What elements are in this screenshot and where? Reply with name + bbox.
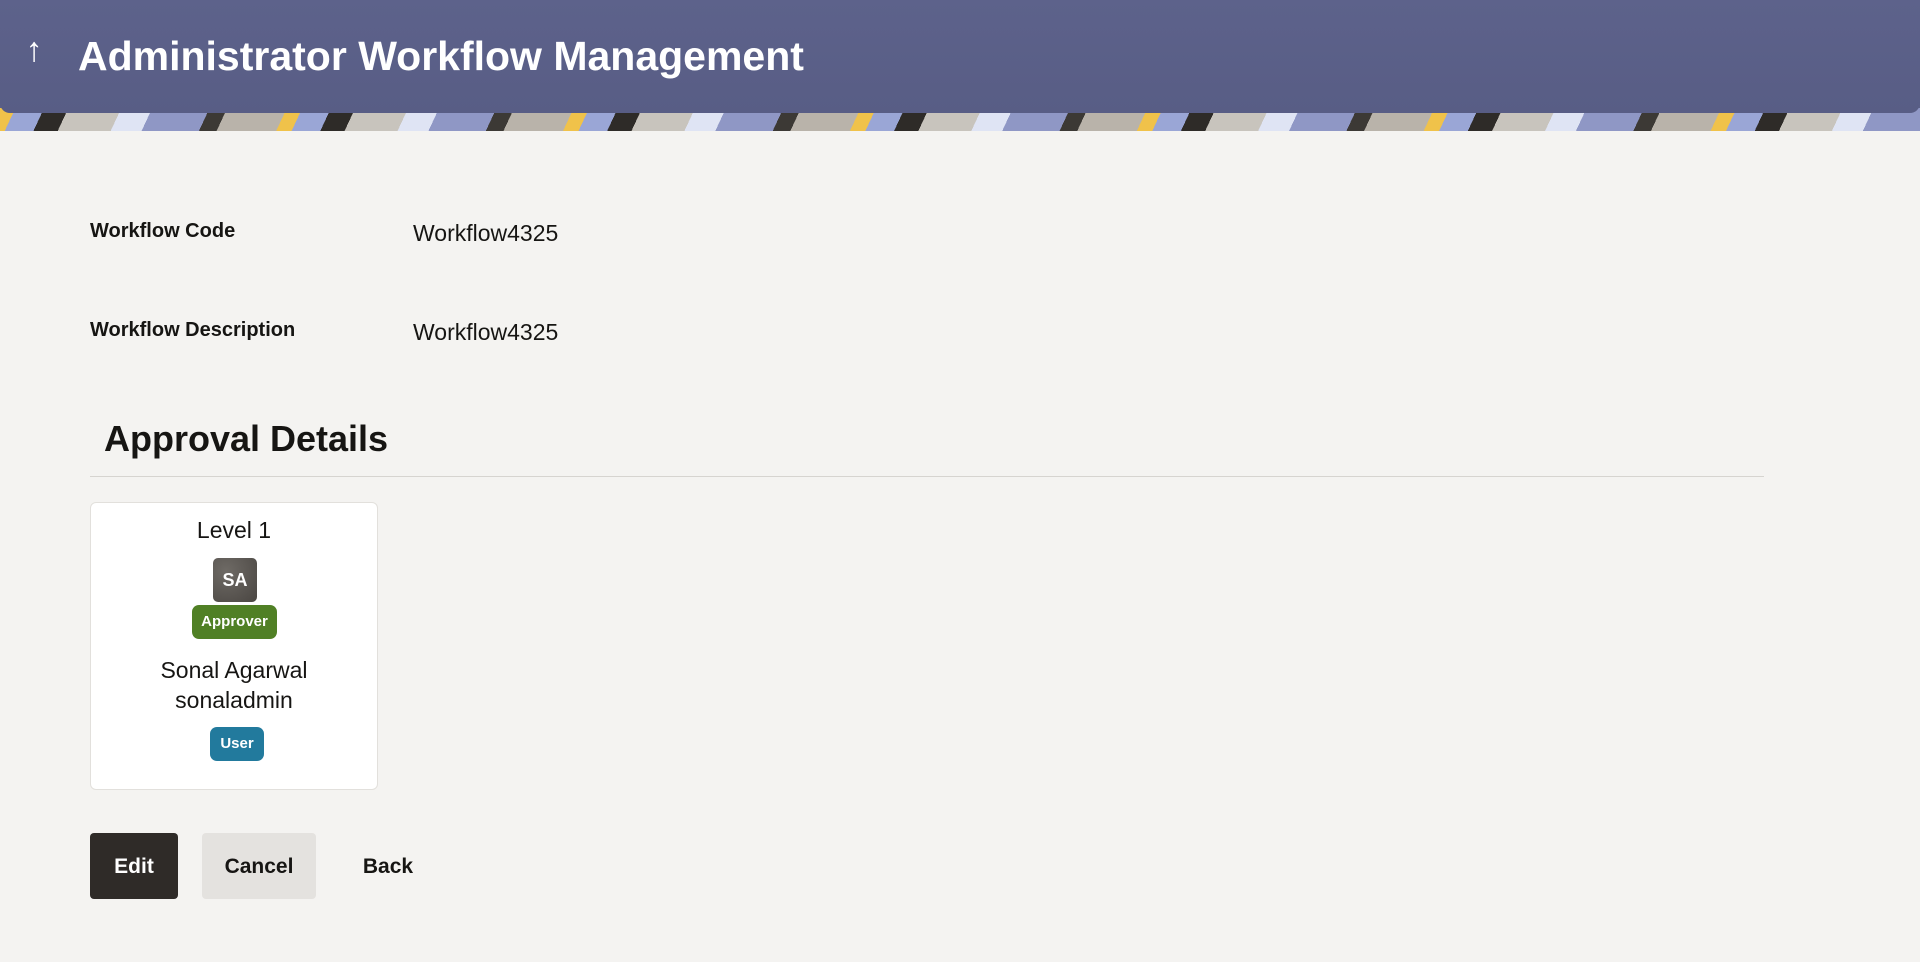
approval-level-card: Level 1 SA Approver Sonal Agarwal sonala… [90, 502, 378, 790]
page-title: Administrator Workflow Management [78, 33, 804, 79]
header-bar: ↑ Administrator Workflow Management [0, 0, 1920, 113]
approval-details-heading: Approval Details [104, 418, 389, 459]
cancel-button[interactable]: Cancel [202, 833, 316, 899]
back-button[interactable]: Back [344, 833, 432, 899]
edit-button[interactable]: Edit [90, 833, 178, 899]
user-id: sonaladmin [175, 687, 293, 713]
level-title: Level 1 [196, 517, 272, 543]
workflow-description-value: Workflow4325 [413, 319, 559, 345]
user-type-badge: User [210, 727, 264, 761]
arrow-up-icon[interactable]: ↑ [18, 30, 50, 70]
avatar: SA [213, 558, 257, 602]
section-divider [90, 476, 1764, 477]
user-name: Sonal Agarwal [160, 657, 308, 683]
workflow-code-value: Workflow4325 [413, 220, 559, 246]
page-header: ↑ Administrator Workflow Management [0, 0, 1920, 131]
workflow-description-label: Workflow Description [90, 319, 296, 341]
approver-badge: Approver [192, 605, 277, 639]
workflow-code-label: Workflow Code [90, 220, 236, 242]
